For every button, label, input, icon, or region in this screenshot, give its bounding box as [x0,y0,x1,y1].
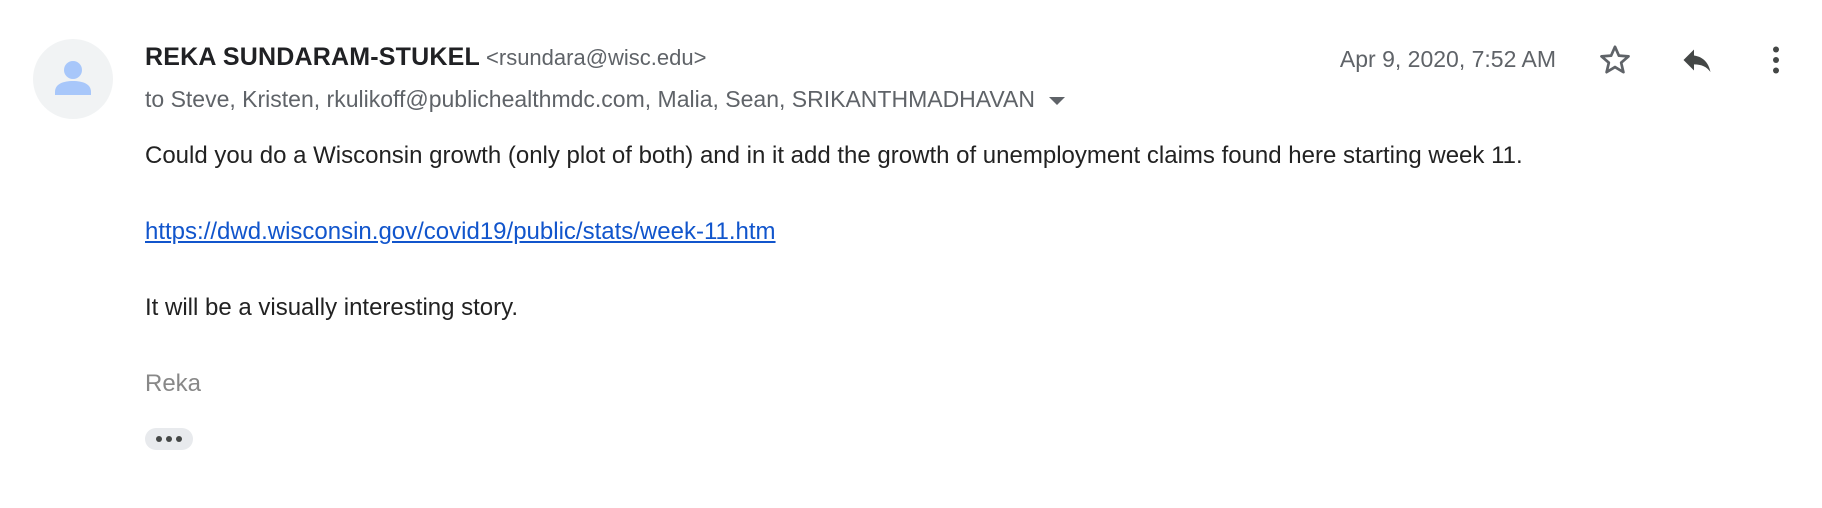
person-avatar-icon [55,61,91,95]
show-trimmed-content-button[interactable] [145,428,193,450]
recipients-text: to Steve, Kristen, rkulikoff@publichealt… [145,86,1036,112]
caret-down-icon[interactable] [1049,96,1066,105]
reply-icon [1683,49,1711,72]
body-paragraph: Could you do a Wisconsin growth (only pl… [145,142,1523,169]
more-options-button[interactable] [1752,36,1800,84]
message-date[interactable]: Apr 9, 2020, 7:52 AM [1340,46,1556,73]
star-button[interactable] [1591,36,1639,84]
recipients-line: to Steve, Kristen, rkulikoff@publichealt… [145,86,1066,113]
reply-button[interactable] [1673,36,1721,84]
more-vert-icon [1773,46,1779,74]
signature: Reka [145,370,202,397]
email-message: REKA SUNDARAM-STUKEL <rsundara@wisc.edu> … [0,0,1822,508]
star-outline-icon [1600,45,1630,74]
body-paragraph: It will be a visually interesting story. [145,294,519,321]
body-link[interactable]: https://dwd.wisconsin.gov/covid19/public… [145,218,776,245]
ellipsis-icon [156,436,162,442]
sender-avatar-icon[interactable] [33,39,113,119]
sender-line: REKA SUNDARAM-STUKEL <rsundara@wisc.edu> [145,43,706,72]
ellipsis-icon [166,436,172,442]
ellipsis-icon [176,436,182,442]
sender-name[interactable]: REKA SUNDARAM-STUKEL [145,43,480,71]
sender-email: <rsundara@wisc.edu> [486,45,707,70]
